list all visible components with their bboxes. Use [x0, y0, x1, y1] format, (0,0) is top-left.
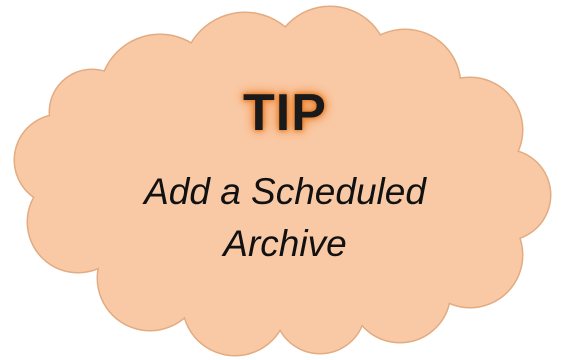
tip-callout: TIP Add a Scheduled Archive	[0, 0, 570, 360]
tip-heading: TIP	[243, 84, 327, 142]
tip-text-line-1: Add a Scheduled	[144, 171, 426, 212]
tip-text: Add a Scheduled Archive	[0, 166, 570, 270]
tip-text-line-2: Archive	[223, 223, 347, 264]
